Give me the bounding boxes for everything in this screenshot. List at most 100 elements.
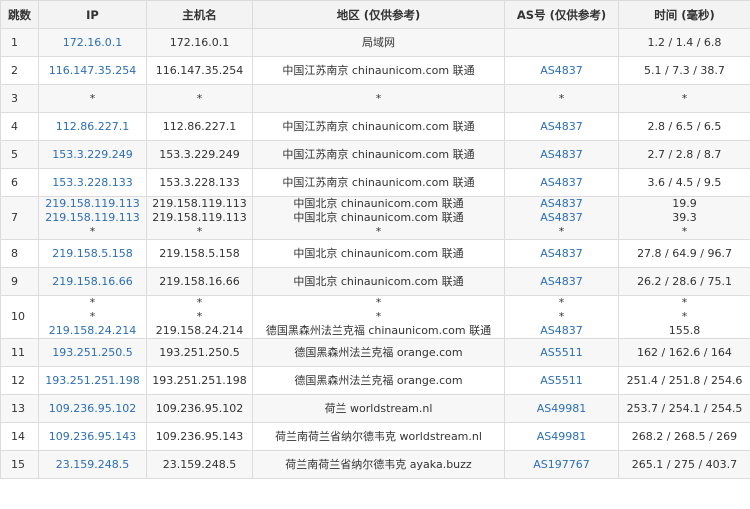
asn-link[interactable]: AS49981 [506, 430, 618, 444]
table-row: 5 153.3.229.249 153.3.229.249 中国江苏南京 chinau… [0, 140, 750, 169]
host-cell: 116.147.35.254 [146, 56, 253, 85]
hop-cell: 9 [0, 267, 39, 296]
asn-link[interactable]: AS4837 [506, 198, 618, 212]
ip-link[interactable]: 219.158.119.113 [40, 198, 146, 212]
ip-cell: 109.236.95.102 [38, 394, 147, 423]
time-cell: 253.7 / 254.1 / 254.5 [618, 394, 750, 423]
hop-cell: 11 [0, 338, 39, 367]
asn-link[interactable]: AS5511 [506, 346, 618, 360]
header-host[interactable]: 主机名 [146, 0, 253, 29]
location-text: 中国江苏南京 chinaunicom.com 联通 [282, 175, 475, 189]
asn-link[interactable]: AS4837 [506, 247, 618, 261]
asn-cell: AS5511 [504, 366, 619, 395]
ip-cell: * [38, 84, 147, 113]
header-location[interactable]: 地区 (仅供参考) [252, 0, 505, 29]
time-cell: 251.4 / 251.8 / 254.6 [618, 366, 750, 395]
table-row: 4 112.86.227.1 112.86.227.1 中国江苏南京 chinauni… [0, 112, 750, 141]
header-hop[interactable]: 跳数 [0, 0, 39, 29]
table-row: 12 193.251.251.198 193.251.251.198 德国黑森州法兰克… [0, 366, 750, 395]
asn-cell: AS4837 [504, 239, 619, 268]
location-text: 局域网 [362, 35, 395, 49]
time-cell: 268.2 / 268.5 / 269 [618, 422, 750, 451]
time-text: 268.2 / 268.5 / 269 [631, 429, 738, 443]
table-row: 14 109.236.95.143 109.236.95.143 荷兰南荷兰省纳尔德韦… [0, 422, 750, 451]
ip-link[interactable]: 109.236.95.102 [40, 402, 146, 416]
time-text: 251.4 / 251.8 / 254.6 [626, 373, 743, 387]
time-text: 19.9 [672, 197, 697, 211]
asn-text: * [558, 91, 565, 105]
table-row: 1 172.16.0.1 172.16.0.1 局域网 1.2 / 1.4 / 6.8 [0, 28, 750, 57]
ip-link[interactable]: 219.158.24.214 [40, 324, 146, 338]
ip-cell: 153.3.228.133 [38, 168, 147, 197]
asn-link[interactable]: AS4837 [506, 64, 618, 78]
location-text: * [375, 91, 382, 105]
location-cell: 中国北京 chinaunicom.com 联通 [252, 239, 505, 268]
time-text: 5.1 / 7.3 / 38.7 [644, 63, 725, 77]
location-cell: 德国黑森州法兰克福 orange.com [252, 338, 505, 367]
ip-link[interactable]: 219.158.16.66 [40, 275, 146, 289]
ip-link[interactable]: 153.3.229.249 [40, 148, 146, 162]
table-row: 8 219.158.5.158 219.158.5.158 中国北京 chinauni… [0, 239, 750, 268]
header-time[interactable]: 时间 (毫秒) [618, 0, 750, 29]
asn-cell: AS197767 [504, 450, 619, 479]
ip-cell: 193.251.251.198 [38, 366, 147, 395]
asn-cell: AS5511 [504, 338, 619, 367]
location-text: 德国黑森州法兰克福 chinaunicom.com 联通 [265, 324, 492, 337]
asn-text: * [558, 310, 565, 323]
time-cell: * * 155.8 [618, 295, 750, 339]
host-text: 116.147.35.254 [155, 63, 244, 77]
asn-cell: AS4837 [504, 112, 619, 141]
ip-link[interactable]: 116.147.35.254 [40, 64, 146, 78]
ip-link[interactable]: 23.159.248.5 [40, 458, 146, 472]
header-ip[interactable]: IP [38, 0, 147, 29]
host-text: 153.3.229.249 [159, 147, 240, 161]
location-cell: * [252, 84, 505, 113]
location-text: * [375, 296, 382, 310]
ip-link[interactable]: 219.158.119.113 [40, 211, 146, 225]
location-text: 中国江苏南京 chinaunicom.com 联通 [282, 119, 475, 133]
ip-link[interactable]: 109.236.95.143 [40, 430, 146, 444]
host-cell: 219.158.16.66 [146, 267, 253, 296]
time-text: * [681, 91, 688, 105]
ip-cell: 116.147.35.254 [38, 56, 147, 85]
ip-link[interactable]: 172.16.0.1 [40, 36, 146, 50]
asn-link[interactable]: AS49981 [506, 402, 618, 416]
time-cell: 5.1 / 7.3 / 38.7 [618, 56, 750, 85]
table-row: 15 23.159.248.5 23.159.248.5 荷兰南荷兰省纳尔德韦克 ay… [0, 450, 750, 479]
asn-link[interactable]: AS4837 [506, 148, 618, 162]
location-cell: 荷兰南荷兰省纳尔德韦克 worldstream.nl [252, 422, 505, 451]
asn-link[interactable]: AS4837 [506, 176, 618, 190]
hop-cell: 6 [0, 168, 39, 197]
table-row: 10 * * 219.158.24.214 * * 219.158.24.214 * * 德国黑森… [0, 295, 750, 339]
host-text: 219.158.119.113 [152, 211, 247, 224]
asn-link[interactable]: AS4837 [506, 275, 618, 289]
location-text: 中国北京 chinaunicom.com 联通 [293, 246, 464, 260]
asn-link[interactable]: AS4837 [506, 324, 618, 338]
host-text: * [196, 91, 203, 105]
host-cell: 109.236.95.102 [146, 394, 253, 423]
asn-link[interactable]: AS4837 [506, 211, 618, 225]
ip-link[interactable]: 153.3.228.133 [40, 176, 146, 190]
time-cell: 265.1 / 275 / 403.7 [618, 450, 750, 479]
ip-cell: * * 219.158.24.214 [38, 295, 147, 339]
location-text: 中国北京 chinaunicom.com 联通 [293, 274, 464, 288]
host-text: 109.236.95.102 [155, 401, 244, 415]
time-text: 26.2 / 28.6 / 75.1 [637, 274, 732, 288]
ip-cell: 219.158.119.113 219.158.119.113 * [38, 196, 147, 240]
ip-link[interactable]: 193.251.251.198 [40, 374, 146, 388]
ip-link[interactable]: 193.251.250.5 [40, 346, 146, 360]
asn-link[interactable]: AS5511 [506, 374, 618, 388]
ip-link[interactable]: 219.158.5.158 [40, 247, 146, 261]
table-row: 3 * * * * * [0, 84, 750, 113]
ip-link[interactable]: 112.86.227.1 [40, 120, 146, 134]
header-asn[interactable]: AS号 (仅供参考) [504, 0, 619, 29]
host-text: 193.251.250.5 [159, 345, 240, 359]
asn-link[interactable]: AS197767 [506, 458, 618, 472]
host-cell: 112.86.227.1 [146, 112, 253, 141]
location-text: 荷兰南荷兰省纳尔德韦克 worldstream.nl [275, 429, 482, 443]
host-cell: 193.251.250.5 [146, 338, 253, 367]
asn-link[interactable]: AS4837 [506, 120, 618, 134]
ip-text: * [89, 310, 96, 323]
host-text: 219.158.5.158 [159, 246, 240, 260]
location-text: 荷兰 worldstream.nl [324, 401, 433, 415]
